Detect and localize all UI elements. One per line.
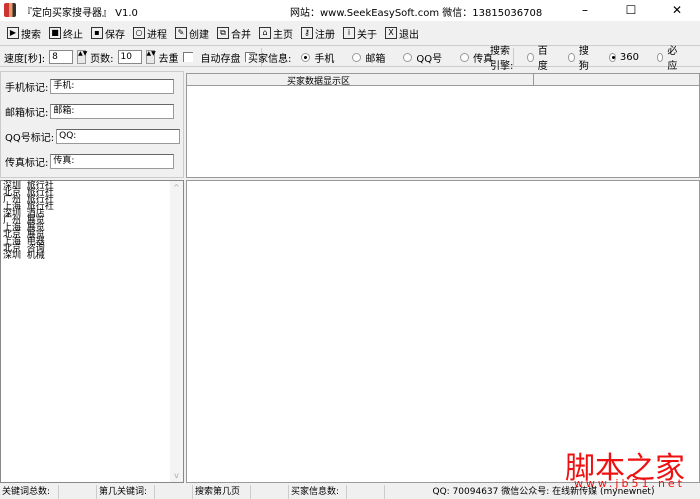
keyword-item[interactable]: 深圳 机械: [1, 252, 183, 261]
mark-label: QQ号标记:: [5, 133, 55, 144]
grid-header-title: 买家数据显示区: [287, 77, 351, 87]
status-page-value: [250, 485, 288, 499]
buyer-info-radio-label: 邮箱: [365, 53, 386, 65]
buyer-info-radio[interactable]: [460, 52, 470, 62]
pages-spinner[interactable]: ▲▼: [145, 50, 156, 64]
close-button[interactable]: ✕: [654, 0, 700, 21]
toolbar-button-bulb[interactable]: ○ 进程: [130, 24, 170, 42]
keyword-scrollbar[interactable]: ^ v: [170, 181, 183, 482]
mark-label: 传真标记:: [5, 158, 49, 169]
engine-radio[interactable]: [568, 52, 575, 62]
toolbar-button-label: 保存: [105, 29, 125, 41]
toolbar: ▶ 搜索 ■ 终止 ▪ 保存 ○ 进程 ✎ 创建 ⧉ 合并 ⌂ 主页 ⚷ 注册 i 关于 X 退出: [0, 22, 700, 44]
bulb-icon: ○: [133, 27, 145, 39]
merge-icon: ⧉: [217, 27, 229, 39]
grid-header: 买家数据显示区: [187, 74, 699, 87]
status-kw-index-value: [154, 485, 192, 499]
toolbar-button-about[interactable]: i 关于: [340, 24, 380, 42]
site-info: 网站：www.SeekEasySoft.com 微信：13815036708: [290, 8, 543, 19]
options-bar: 速度[秒]: 8 ▲▼ 页数: 10 ▲▼ 去重 自动存盘 买家信息: 手机 邮箱…: [0, 45, 700, 72]
mark-row: 邮箱标记: 邮箱:: [5, 104, 175, 119]
dedupe-checkbox[interactable]: [182, 52, 193, 62]
engine-radio-label: 搜狗: [578, 46, 589, 72]
result-area[interactable]: 脚本之家 www.jb51.net: [186, 180, 700, 490]
buyer-info-radio-label: QQ号: [416, 53, 443, 65]
speed-input[interactable]: 8: [49, 50, 74, 64]
toolbar-button-play[interactable]: ▶ 搜索: [4, 24, 44, 42]
toolbar-button-label: 搜索: [21, 29, 41, 41]
toolbar-button-label: 注册: [315, 29, 335, 41]
app-icon: [4, 3, 16, 17]
engine-radio-label: 360: [619, 51, 639, 63]
buyer-info-label: 买家信息:: [248, 53, 292, 65]
play-icon: ▶: [7, 27, 19, 39]
speed-spinner[interactable]: ▲▼: [77, 50, 87, 64]
status-kw-index-label: 第几关键词:: [96, 485, 154, 499]
engine-radio[interactable]: [609, 52, 616, 62]
engine-radio[interactable]: [527, 52, 534, 62]
mark-row: 传真标记: 传真:: [5, 154, 175, 169]
status-kw-total-value: [58, 485, 96, 499]
key-icon: ⚷: [301, 27, 313, 39]
toolbar-button-label: 进程: [147, 29, 167, 41]
speed-label: 速度[秒]:: [4, 53, 46, 65]
engine-radio-label: 百度: [537, 46, 548, 72]
buyer-data-grid[interactable]: 买家数据显示区: [186, 73, 700, 178]
buyer-info-radio-label: 手机: [314, 53, 335, 65]
status-page-label: 搜索第几页: [192, 485, 250, 499]
toolbar-button-home[interactable]: ⌂ 主页: [256, 24, 296, 42]
toolbar-button-label: 主页: [273, 29, 293, 41]
fax-mark-input[interactable]: 传真:: [50, 154, 175, 169]
toolbar-button-label: 关于: [357, 29, 377, 41]
toolbar-button-save[interactable]: ▪ 保存: [88, 24, 128, 42]
engine-radio[interactable]: [656, 52, 664, 62]
toolbar-button-label: 创建: [189, 29, 209, 41]
phone-mark-input[interactable]: 手机:: [50, 79, 175, 94]
mark-label: 手机标记:: [5, 83, 49, 94]
toolbar-button-merge[interactable]: ⧉ 合并: [214, 24, 254, 42]
mark-label: 邮箱标记:: [5, 108, 49, 119]
minimize-button[interactable]: –: [562, 0, 608, 21]
marks-panel: 手机标记: 手机: 邮箱标记: 邮箱: QQ号标记: QQ: 传真标记: 传真:: [0, 71, 184, 178]
toolbar-button-key[interactable]: ⚷ 注册: [298, 24, 338, 42]
toolbar-button-label: 合并: [231, 29, 251, 41]
toolbar-button-stop[interactable]: ■ 终止: [46, 24, 86, 42]
column-divider[interactable]: [533, 74, 534, 86]
status-buyer-count-value: [346, 485, 384, 499]
home-icon: ⌂: [259, 27, 271, 39]
title-bar: 『定向买家搜寻器』 V1.0 网站：www.SeekEasySoft.com 微…: [0, 0, 700, 21]
create-icon: ✎: [175, 27, 187, 39]
stop-icon: ■: [49, 27, 61, 39]
keyword-list[interactable]: 深圳 旅行社 北京 旅行社 广州 旅行社 上海 旅行社 深圳 酒店 广州 展览 上海 展览北…: [0, 180, 184, 483]
mark-row: 手机标记: 手机:: [5, 79, 175, 94]
window-title: 『定向买家搜寻器』 V1.0: [22, 8, 138, 19]
engine-label: 搜索引擎:: [490, 46, 514, 72]
toolbar-button-exit[interactable]: X 退出: [382, 24, 422, 42]
maximize-button[interactable]: ☐: [608, 0, 654, 21]
buyer-info-radio[interactable]: [403, 52, 413, 62]
about-icon: i: [343, 27, 355, 39]
autosave-label: 自动存盘: [200, 53, 241, 65]
status-kw-total-label: 关键词总数:: [2, 487, 51, 497]
status-buyer-count-label: 买家信息数:: [288, 485, 346, 499]
email-mark-input[interactable]: 邮箱:: [50, 104, 175, 119]
status-bar: 关键词总数: 第几关键词: 搜索第几页 买家信息数: QQ: 70094637 …: [0, 485, 700, 499]
buyer-info-radio[interactable]: [301, 52, 311, 62]
pages-label: 页数:: [90, 53, 114, 65]
engine-radio-label: 必应: [667, 46, 678, 72]
toolbar-button-label: 终止: [63, 29, 83, 41]
toolbar-button-label: 退出: [399, 29, 419, 41]
status-contact: QQ: 70094637 微信公众号: 在线新传媒 (mynewnet): [384, 485, 700, 499]
exit-icon: X: [385, 27, 397, 39]
mark-row: QQ号标记: QQ:: [5, 129, 181, 144]
save-icon: ▪: [91, 27, 103, 39]
toolbar-button-create[interactable]: ✎ 创建: [172, 24, 212, 42]
buyer-info-radio[interactable]: [352, 52, 362, 62]
qq-mark-input[interactable]: QQ:: [56, 129, 181, 144]
pages-input[interactable]: 10: [117, 50, 142, 64]
dedupe-label: 去重: [158, 53, 179, 65]
